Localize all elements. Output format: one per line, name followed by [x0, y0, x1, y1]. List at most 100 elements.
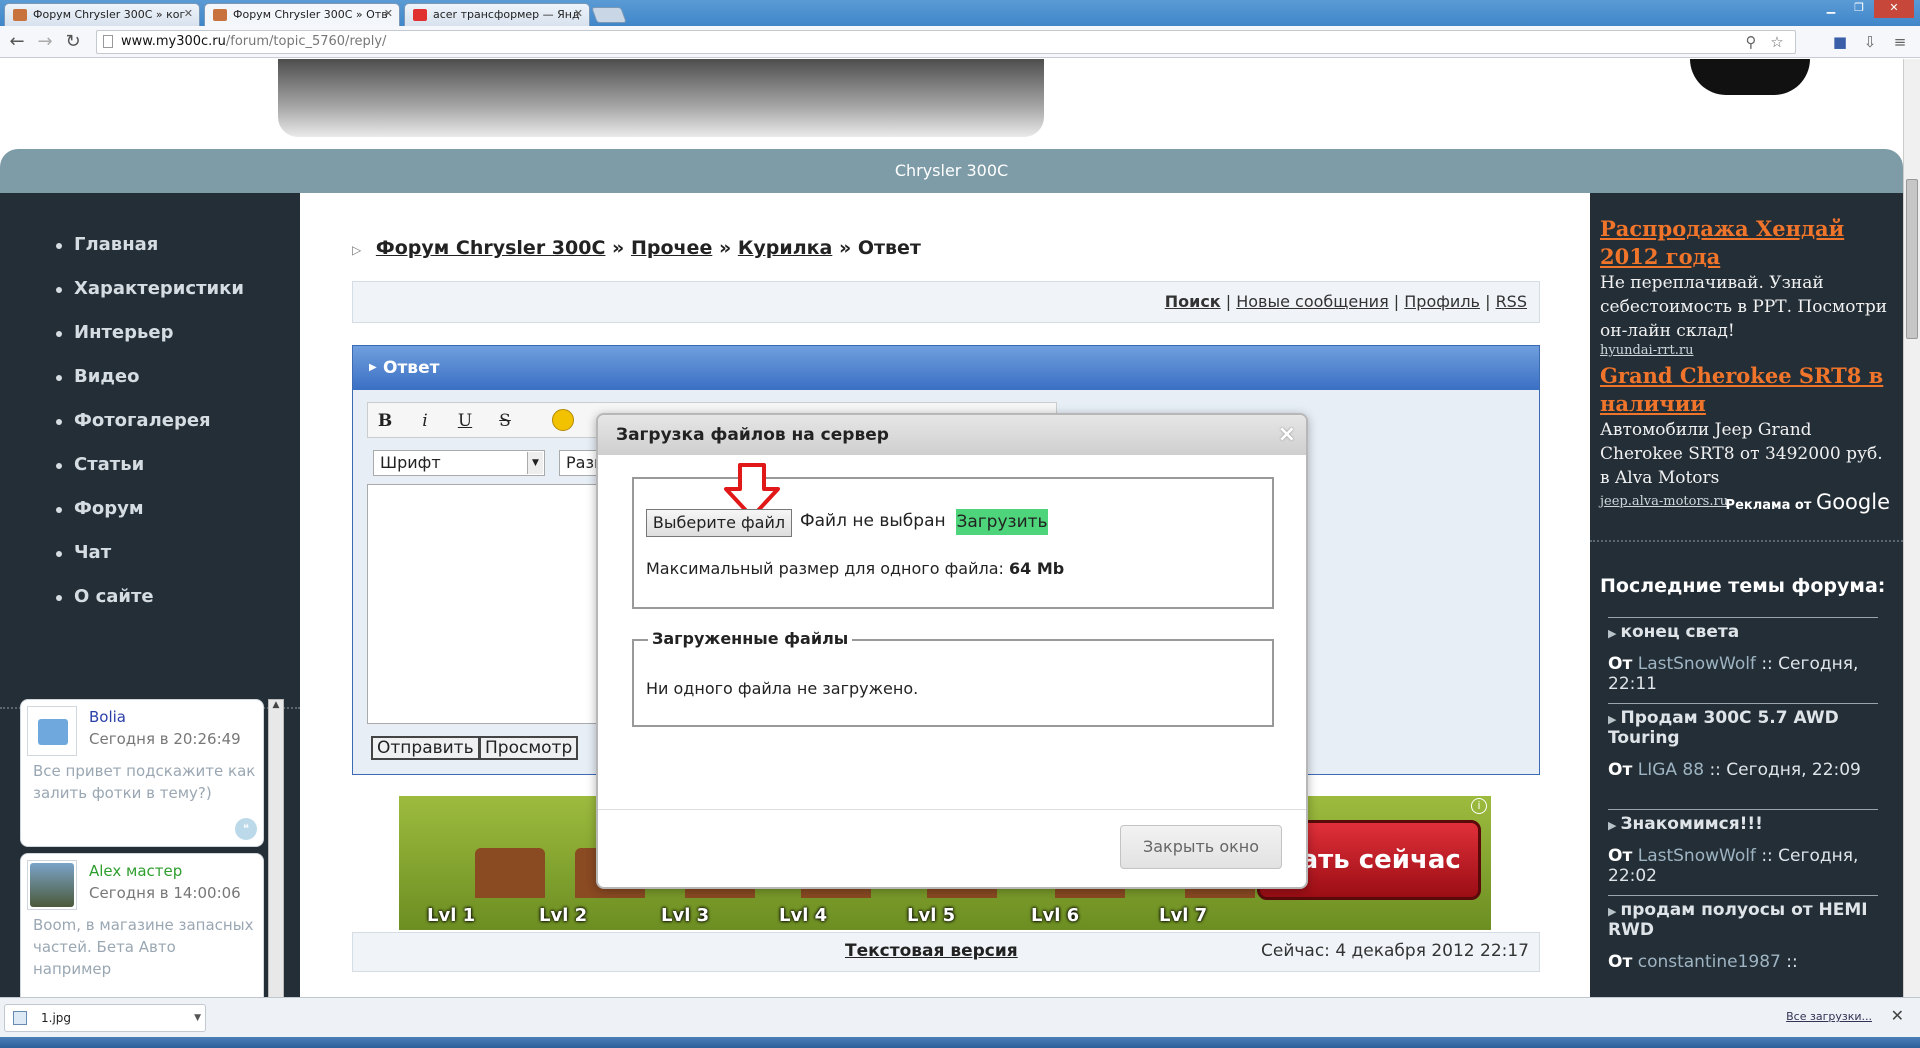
upload-button[interactable]: Загрузить: [956, 509, 1048, 535]
close-icon[interactable]: ×: [1278, 415, 1296, 455]
address-bar[interactable]: www.my300c.ru/forum/topic_5760/reply/ ⚲ …: [96, 30, 1796, 54]
breadcrumb-forum[interactable]: Форум Chrysler 300C: [376, 237, 606, 259]
search-link[interactable]: Поиск: [1165, 292, 1221, 311]
current-time: Сейчас: 4 декабря 2012 22:17: [1261, 941, 1529, 961]
level-label: Lvl 7: [1159, 905, 1208, 926]
strike-button[interactable]: S: [494, 411, 516, 431]
breadcrumb-sep: »: [612, 237, 625, 259]
zoom-icon[interactable]: ⚲: [1741, 32, 1761, 52]
wrench-menu-icon[interactable]: ≡: [1890, 32, 1910, 52]
favicon-icon: [13, 9, 27, 21]
avatar[interactable]: [27, 860, 77, 910]
nav-item-articles[interactable]: Статьи: [56, 443, 300, 487]
nav-item-chat[interactable]: Чат: [56, 531, 300, 575]
nav-item-forum[interactable]: Форум: [56, 487, 300, 531]
level-label: Lvl 6: [1031, 905, 1080, 926]
choose-file-button[interactable]: Выберите файл: [646, 509, 792, 537]
smiley-icon[interactable]: [552, 409, 574, 431]
scrollbar-thumb[interactable]: [1906, 179, 1918, 339]
chevron-down-icon[interactable]: ▼: [194, 1005, 201, 1031]
chat-nick[interactable]: Bolia: [89, 708, 126, 726]
topic-user[interactable]: LastSnowWolf: [1638, 846, 1756, 866]
link-sep: |: [1393, 292, 1400, 311]
ads-by-google[interactable]: Реклама от Google: [1726, 490, 1890, 514]
bold-button[interactable]: B: [374, 411, 396, 431]
tab-close-icon[interactable]: ✕: [184, 7, 193, 20]
nav-item-gallery[interactable]: Фотогалерея: [56, 399, 300, 443]
ad-url[interactable]: jeep.alva-motors.ru: [1600, 494, 1728, 509]
text-version-link[interactable]: Текстовая версия: [845, 941, 1018, 961]
avatar[interactable]: [27, 706, 77, 756]
tab-close-icon[interactable]: ✕: [384, 7, 393, 20]
topic-title[interactable]: продам полуосы от HEMI RWD: [1608, 900, 1868, 940]
extension-flag-icon[interactable]: ■: [1830, 32, 1850, 52]
browser-tab-3[interactable]: acer трансформер — Янд ✕: [404, 3, 590, 26]
max-size-value: 64 Mb: [1008, 559, 1065, 578]
topic-item: ▶ конец света От LastSnowWolf :: Сегодня,…: [1608, 617, 1878, 694]
ad-title[interactable]: Grand Cherokee SRT8 в наличии: [1600, 362, 1890, 418]
game-building-image: [475, 848, 545, 898]
forward-icon[interactable]: →: [34, 32, 56, 52]
ad-description: Не переплачивай. Узнай себестоимость в Р…: [1600, 273, 1888, 341]
back-icon[interactable]: ←: [6, 32, 28, 52]
breadcrumb-smoking-room[interactable]: Курилка: [738, 237, 832, 259]
window-close-icon[interactable]: ✕: [1874, 0, 1914, 18]
quote-bubble-icon[interactable]: ❝: [235, 818, 257, 840]
send-button[interactable]: Отправить: [371, 736, 480, 760]
chat-text: Boom, в магазине запасных частей. Бета А…: [33, 916, 254, 978]
topic-from: От: [1608, 952, 1633, 972]
topic-user[interactable]: LIGA 88: [1638, 760, 1704, 780]
font-select[interactable]: Шрифт ▼: [373, 450, 545, 476]
new-messages-link[interactable]: Новые сообщения: [1236, 292, 1388, 311]
reload-icon[interactable]: ↻: [62, 32, 84, 52]
breadcrumb-misc[interactable]: Прочее: [631, 237, 712, 259]
italic-button[interactable]: i: [414, 411, 436, 431]
ad-url[interactable]: hyundai-rrt.ru: [1600, 343, 1890, 358]
new-tab-button[interactable]: [591, 7, 627, 23]
extension-download-icon[interactable]: ⇩: [1860, 32, 1880, 52]
download-item[interactable]: 1.jpg ▼: [4, 1004, 206, 1032]
topic-user[interactable]: LastSnowWolf: [1638, 654, 1756, 674]
rss-link[interactable]: RSS: [1496, 292, 1527, 311]
downloads-bar: 1.jpg ▼ Все загрузки... ✕: [0, 997, 1920, 1037]
tab-close-icon[interactable]: ✕: [574, 7, 583, 20]
nav-item-specs[interactable]: Характеристики: [56, 267, 300, 311]
collapse-triangle-icon: ▶: [369, 362, 377, 373]
level-label: Lvl 4: [779, 905, 828, 926]
chat-nick[interactable]: Alex мастер: [89, 862, 182, 880]
uploaded-files-empty: Ни одного файла не загружено.: [646, 679, 919, 698]
topic-title[interactable]: Знакомимся!!!: [1620, 814, 1762, 834]
topic-title[interactable]: конец света: [1620, 622, 1739, 642]
header-car-image: [278, 59, 1044, 137]
close-icon[interactable]: ✕: [1891, 1006, 1904, 1025]
minimize-icon[interactable]: ▁: [1818, 0, 1844, 18]
scroll-up-icon[interactable]: ▲: [269, 700, 283, 714]
bookmark-star-icon[interactable]: ☆: [1767, 32, 1787, 52]
profile-link[interactable]: Профиль: [1404, 292, 1480, 311]
nav-list: Главная Характеристики Интерьер Видео Фо…: [0, 193, 300, 619]
google-logo: Google: [1815, 490, 1890, 514]
nav-item-interior[interactable]: Интерьер: [56, 311, 300, 355]
topic-user[interactable]: constantine1987: [1638, 952, 1781, 972]
chat-scrollbar[interactable]: ▲: [268, 699, 284, 997]
browser-tab-2[interactable]: Форум Chrysler 300С » Отв ✕: [204, 3, 400, 26]
all-downloads-link[interactable]: Все загрузки...: [1786, 1010, 1872, 1023]
maximize-icon[interactable]: ❐: [1846, 0, 1872, 18]
ad-info-icon[interactable]: i: [1471, 798, 1487, 814]
underline-button[interactable]: U: [454, 411, 476, 431]
chat-message: Alex мастер Сегодня в 14:00:06 Boom, в м…: [20, 853, 264, 997]
close-window-button[interactable]: Закрыть окно: [1120, 825, 1282, 869]
preview-button[interactable]: Просмотр: [479, 736, 579, 760]
dialog-divider: [598, 809, 1306, 810]
nav-item-video[interactable]: Видео: [56, 355, 300, 399]
download-filename: 1.jpg: [41, 1011, 72, 1025]
ad-title[interactable]: Распродажа Хендай 2012 года: [1600, 215, 1890, 271]
reply-title: Ответ: [383, 358, 440, 378]
uploaded-files-legend: Загруженные файлы: [648, 629, 853, 648]
header-car-image-right: [1690, 59, 1810, 95]
nav-item-about[interactable]: О сайте: [56, 575, 300, 619]
browser-tab-1[interactable]: Форум Chrysler 300С » ког ✕: [4, 3, 200, 26]
topic-title[interactable]: Продам 300С 5.7 AWD Touring: [1608, 708, 1839, 748]
nav-item-home[interactable]: Главная: [56, 223, 300, 267]
page-scrollbar[interactable]: [1903, 59, 1920, 997]
